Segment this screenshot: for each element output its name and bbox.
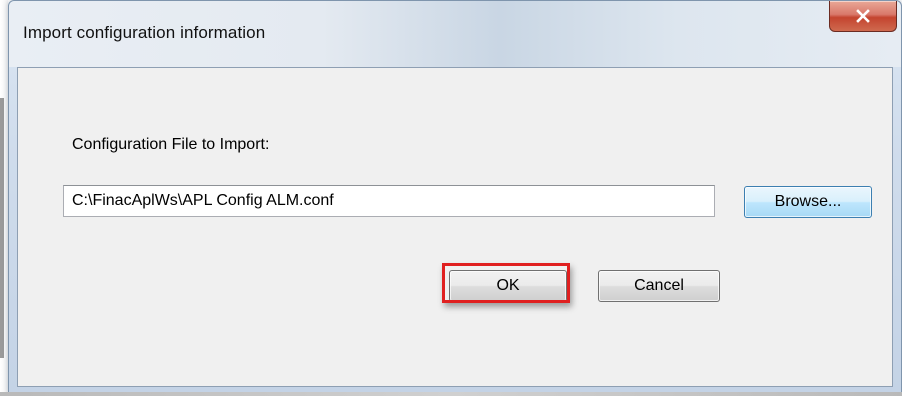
dialog-title: Import configuration information (23, 23, 266, 42)
background-bottom-strip (0, 392, 902, 396)
close-icon (856, 9, 870, 23)
config-file-label: Configuration File to Import: (72, 136, 270, 153)
config-file-path-input[interactable] (63, 185, 715, 217)
background-edge (0, 0, 8, 396)
title-bar[interactable]: Import configuration information (9, 1, 901, 67)
background-edge-mark (0, 98, 4, 358)
browse-button[interactable]: Browse... (744, 186, 872, 218)
cancel-button[interactable]: Cancel (598, 270, 720, 302)
close-button[interactable] (829, 1, 897, 32)
ok-button[interactable]: OK (449, 270, 567, 302)
dialog-body: Configuration File to Import: Browse... … (17, 67, 893, 387)
import-config-dialog: Import configuration information Configu… (8, 0, 902, 394)
screen: Import configuration information Configu… (0, 0, 902, 396)
